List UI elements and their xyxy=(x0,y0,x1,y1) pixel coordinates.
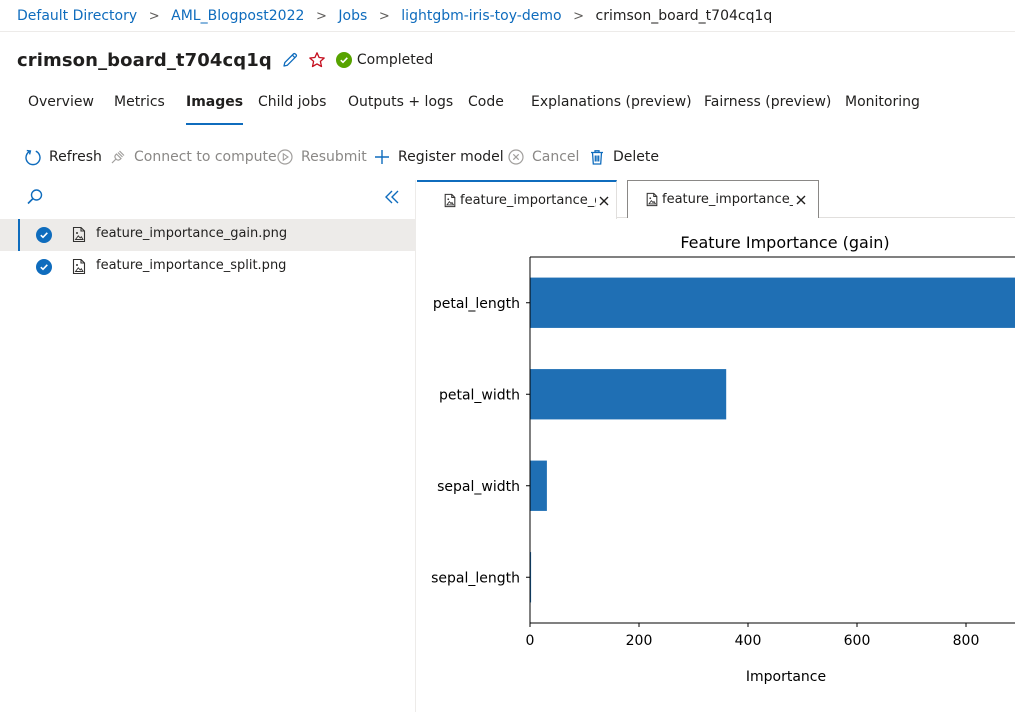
register-model-label: Register model xyxy=(398,149,504,165)
chart-title: Feature Importance (gain) xyxy=(680,233,889,252)
x-tick-label: 400 xyxy=(735,633,762,649)
file-item-feature-importance-gain[interactable]: feature_importance_gain.png xyxy=(0,219,416,251)
tab-explanations[interactable]: Explanations (preview) xyxy=(531,94,692,128)
refresh-button[interactable]: Refresh xyxy=(24,145,102,169)
x-tick-label: 800 xyxy=(953,633,980,649)
page-title: crimson_board_t704cq1q xyxy=(17,49,272,71)
breadcrumb: Default Directory > AML_Blogpost2022 > J… xyxy=(17,6,772,26)
close-icon[interactable] xyxy=(795,194,807,206)
cancel-circle-icon xyxy=(507,148,525,166)
star-icon[interactable] xyxy=(308,51,326,69)
plus-icon xyxy=(373,148,391,166)
image-file-icon xyxy=(71,258,87,279)
feature-importance-chart: Feature Importance (gain) petal_lengthpe… xyxy=(417,220,1015,712)
image-tab-strip: feature_importance_gain.png feature_impo… xyxy=(417,180,1015,219)
tab-outputs-logs[interactable]: Outputs + logs xyxy=(348,94,453,128)
checkmark-circle-icon xyxy=(335,52,352,68)
job-header: crimson_board_t704cq1q Completed xyxy=(17,46,433,74)
y-tick-label: petal_width xyxy=(439,387,520,403)
breadcrumb-experiment[interactable]: lightgbm-iris-toy-demo xyxy=(401,8,561,24)
bar-petal-length xyxy=(530,277,1015,328)
tab-child-jobs[interactable]: Child jobs xyxy=(258,94,326,128)
resubmit-label: Resubmit xyxy=(301,149,367,165)
image-tab-gain[interactable]: feature_importance_gain.png xyxy=(417,180,617,219)
file-name: feature_importance_gain.png xyxy=(96,226,288,241)
search-icon[interactable] xyxy=(26,188,44,210)
bar-petal-width xyxy=(530,369,727,420)
x-tick-label: 200 xyxy=(626,633,653,649)
checkmark-circle-icon xyxy=(36,227,52,243)
trash-icon xyxy=(588,148,606,166)
image-file-icon xyxy=(645,192,659,207)
breadcrumb-current-job: crimson_board_t704cq1q xyxy=(595,8,773,24)
delete-button[interactable]: Delete xyxy=(588,145,659,169)
x-tick-label: 600 xyxy=(844,633,871,649)
register-model-button[interactable]: Register model xyxy=(373,145,504,169)
tab-metrics[interactable]: Metrics xyxy=(114,94,165,128)
x-axis-label: Importance xyxy=(746,669,826,685)
chart-svg: Feature Importance (gain) petal_lengthpe… xyxy=(431,233,1015,685)
chevron-right-icon: > xyxy=(378,8,390,24)
tab-monitoring[interactable]: Monitoring xyxy=(845,94,920,128)
image-tab-label: feature_importance_split.png xyxy=(662,192,793,207)
refresh-icon xyxy=(24,148,42,166)
breadcrumb-jobs[interactable]: Jobs xyxy=(338,8,367,24)
file-name: feature_importance_split.png xyxy=(96,258,287,273)
pencil-icon[interactable] xyxy=(281,51,299,69)
bar-sepal-width xyxy=(530,460,547,511)
image-viewer: feature_importance_gain.png feature_impo… xyxy=(417,180,1015,712)
image-file-icon xyxy=(71,226,87,247)
breadcrumb-workspace[interactable]: AML_Blogpost2022 xyxy=(171,8,304,24)
y-tick-label: petal_length xyxy=(433,296,520,312)
file-item-feature-importance-split[interactable]: feature_importance_split.png xyxy=(0,251,416,283)
image-tab-split[interactable]: feature_importance_split.png xyxy=(627,180,819,218)
image-file-icon xyxy=(443,193,457,208)
resubmit-button[interactable]: Resubmit xyxy=(276,145,367,169)
tab-code[interactable]: Code xyxy=(468,94,504,128)
y-tick-label: sepal_width xyxy=(437,479,520,495)
connect-to-compute-label: Connect to compute xyxy=(134,149,277,165)
image-file-list: feature_importance_gain.png feature_impo… xyxy=(0,180,416,712)
tab-fairness[interactable]: Fairness (preview) xyxy=(704,94,831,128)
x-tick-label: 0 xyxy=(526,633,535,649)
chevron-right-icon: > xyxy=(315,8,327,24)
plug-icon xyxy=(109,148,127,166)
play-circle-icon xyxy=(276,148,294,166)
status-text: Completed xyxy=(356,52,434,68)
collapse-pane-icon[interactable] xyxy=(384,189,400,209)
chevron-right-icon: > xyxy=(573,8,584,24)
cancel-button[interactable]: Cancel xyxy=(507,145,579,169)
delete-label: Delete xyxy=(613,149,659,165)
breadcrumb-default-directory[interactable]: Default Directory xyxy=(17,8,137,24)
close-icon[interactable] xyxy=(598,195,610,207)
tab-overview[interactable]: Overview xyxy=(28,94,94,128)
header-divider xyxy=(0,31,1015,32)
cancel-label: Cancel xyxy=(532,149,580,165)
refresh-label: Refresh xyxy=(49,149,102,165)
chevron-right-icon: > xyxy=(148,8,160,24)
tab-images[interactable]: Images xyxy=(186,94,244,128)
image-tab-label: feature_importance_gain.png xyxy=(460,193,596,208)
y-tick-label: sepal_length xyxy=(431,570,520,586)
status-badge: Completed xyxy=(335,52,434,68)
connect-to-compute-button[interactable]: Connect to compute xyxy=(109,145,277,169)
checkmark-circle-icon xyxy=(36,259,52,275)
